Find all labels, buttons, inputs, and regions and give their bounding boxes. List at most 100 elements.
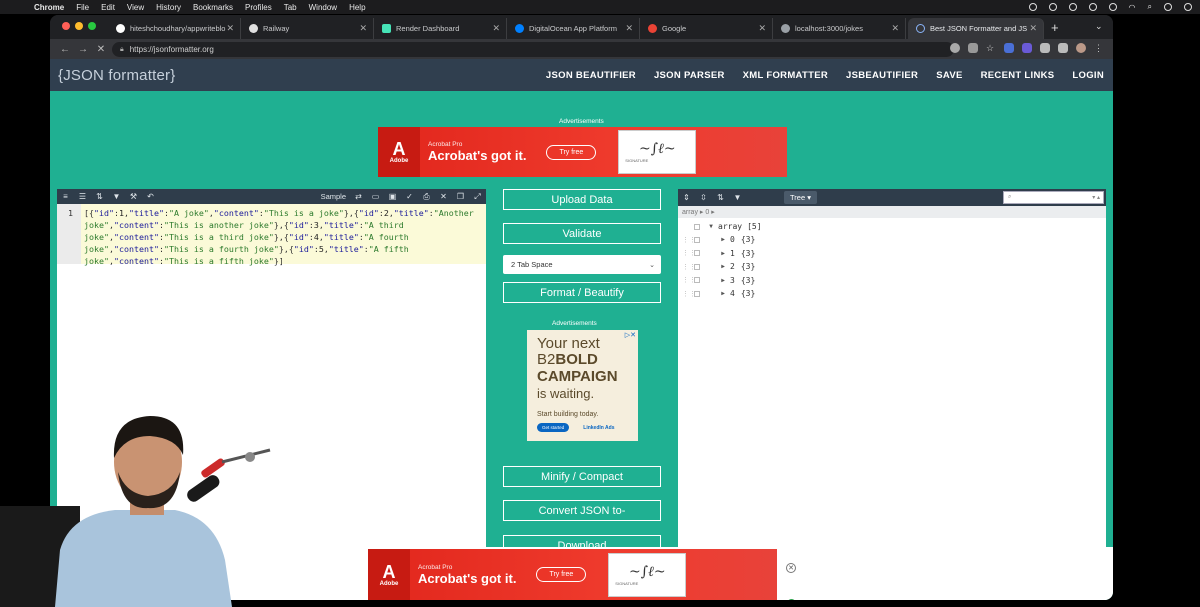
browser-tab[interactable]: Google ✕ — [640, 18, 773, 39]
browser-tab[interactable]: hiteshchoudhary/appwriteblo ✕ — [108, 18, 241, 39]
caret-right-icon[interactable]: ▶ — [718, 263, 728, 270]
menu-tab[interactable]: Tab — [284, 3, 297, 12]
close-icon[interactable]: ✕ — [625, 23, 633, 34]
browser-tab-active[interactable]: Best JSON Formatter and JS ✕ — [908, 18, 1044, 39]
nav-save[interactable]: SAVE — [936, 70, 962, 81]
nav-xml-formatter[interactable]: XML FORMATTER — [743, 70, 828, 81]
nav-recent-links[interactable]: RECENT LINKS — [981, 70, 1055, 81]
minimize-window-button[interactable] — [75, 22, 83, 30]
menu-history[interactable]: History — [156, 3, 181, 12]
tree-search-input[interactable]: ⌕ ▾ ▴ — [1003, 191, 1104, 204]
browser-tab[interactable]: Render Dashboard ✕ — [374, 18, 507, 39]
get-started-button[interactable]: Get started — [537, 423, 570, 432]
convert-json-button[interactable]: Convert JSON to- — [503, 500, 661, 521]
select-checkbox[interactable] — [694, 290, 700, 297]
caret-down-icon[interactable]: ▼ — [706, 223, 716, 230]
ad-close-icon[interactable]: ▷✕ — [625, 331, 636, 339]
shuffle-icon[interactable]: ⇄ — [350, 192, 367, 201]
wrench-icon[interactable]: ⚒ — [125, 192, 142, 201]
close-icon[interactable]: ✕ — [226, 23, 234, 34]
menu-help[interactable]: Help — [349, 3, 365, 12]
breadcrumb[interactable]: array ▸ 0 ▸ — [678, 206, 1106, 218]
nav-login[interactable]: LOGIN — [1072, 70, 1104, 81]
menu-view[interactable]: View — [127, 3, 144, 12]
nav-json-beautifier[interactable]: JSON BEAUTIFIER — [546, 70, 636, 81]
puzzle-icon[interactable] — [1040, 43, 1050, 53]
try-free-button[interactable]: Try free — [546, 144, 597, 160]
menu-bookmarks[interactable]: Bookmarks — [193, 3, 233, 12]
collapse-all-icon[interactable]: ⇳ — [695, 193, 712, 202]
drag-handle-icon[interactable]: ⋮⋮ — [682, 290, 696, 298]
drag-handle-icon[interactable]: ⋮⋮ — [682, 249, 696, 257]
close-icon[interactable]: ✕ — [1029, 23, 1037, 34]
forward-arrow-icon[interactable]: → — [74, 44, 92, 55]
browser-tab[interactable]: localhost:3000/jokes ✕ — [773, 18, 906, 39]
nav-json-parser[interactable]: JSON PARSER — [654, 70, 725, 81]
sort-icon[interactable]: ⇅ — [712, 193, 729, 202]
filter-icon[interactable]: ▼ — [108, 192, 125, 201]
close-window-button[interactable] — [62, 22, 70, 30]
drag-handle-icon[interactable]: ⋮⋮ — [682, 263, 696, 271]
menu-window[interactable]: Window — [309, 3, 337, 12]
sort-icon[interactable]: ⇅ — [91, 192, 108, 201]
adobe-banner-ad[interactable]: A Adobe Acrobat Pro Acrobat's got it. Tr… — [378, 127, 787, 177]
select-checkbox[interactable] — [694, 263, 700, 270]
stop-loading-icon[interactable]: ✕ — [92, 44, 110, 55]
copy-icon[interactable]: ❐ — [452, 192, 469, 201]
site-logo[interactable]: {JSON formatter} — [58, 67, 175, 84]
status-icon[interactable] — [1108, 3, 1117, 11]
control-center-icon[interactable] — [1164, 3, 1172, 11]
select-checkbox[interactable] — [694, 250, 700, 256]
folder-open-icon[interactable]: ▭ — [367, 192, 384, 201]
close-ad-icon[interactable]: ✕ — [786, 563, 796, 573]
select-checkbox[interactable] — [694, 277, 700, 283]
json-code-text[interactable]: [{"id":1,"title":"A joke","content":"Thi… — [84, 207, 482, 267]
select-checkbox[interactable] — [694, 223, 700, 230]
close-icon[interactable]: ✕ — [359, 23, 367, 34]
try-free-button[interactable]: Try free — [536, 567, 587, 582]
drag-handle-icon[interactable]: ⋮⋮ — [682, 276, 696, 284]
browser-tab[interactable]: Railway ✕ — [241, 18, 374, 39]
status-icon[interactable] — [1068, 3, 1077, 11]
fullscreen-icon[interactable]: ⤢ — [469, 192, 486, 202]
json-tree-viewer[interactable]: ⇕ ⇳ ⇅ ▼ Tree ▾ ⌕ ▾ ▴ array ▸ 0 ▸ ▼ array… — [678, 189, 1106, 600]
search-icon[interactable]: ⌕ — [1148, 2, 1152, 12]
tab-search-chevron-icon[interactable]: ⌄ — [1095, 21, 1103, 32]
tree-row[interactable]: ⋮⋮ ▶ 4 {3} — [678, 287, 755, 300]
caret-right-icon[interactable]: ▶ — [718, 290, 728, 297]
extension-icon[interactable] — [1022, 43, 1032, 53]
compact-icon[interactable]: ☰ — [74, 192, 91, 201]
tree-row[interactable]: ⋮⋮ ▶ 2 {3} — [678, 260, 755, 273]
menu-file[interactable]: File — [76, 3, 89, 12]
adobe-bottom-ad[interactable]: A Adobe Acrobat Pro Acrobat's got it. Tr… — [368, 549, 777, 600]
sidebar-icon[interactable] — [1058, 43, 1068, 53]
lock-icon[interactable]: 🔒︎ — [120, 46, 124, 54]
address-bar[interactable]: 🔒︎ https://jsonformatter.org — [112, 42, 954, 57]
caret-right-icon[interactable]: ▶ — [718, 250, 728, 257]
siri-icon[interactable] — [1184, 3, 1192, 11]
star-icon[interactable]: ☆ — [986, 43, 996, 53]
undo-icon[interactable]: ↶ — [142, 192, 159, 201]
format-icon[interactable]: ≡ — [57, 192, 74, 201]
nav-jsbeautifier[interactable]: JSBEAUTIFIER — [846, 70, 918, 81]
close-icon[interactable]: ✕ — [492, 23, 500, 34]
close-icon[interactable]: ✕ — [891, 23, 899, 34]
status-icon[interactable] — [1028, 3, 1037, 11]
menu-edit[interactable]: Edit — [101, 3, 115, 12]
status-icon[interactable] — [1088, 3, 1097, 11]
clear-icon[interactable]: ✕ — [435, 192, 452, 201]
extension-icon[interactable] — [1004, 43, 1014, 53]
tree-row[interactable]: ⋮⋮ ▶ 1 {3} — [678, 247, 755, 260]
wifi-icon[interactable]: ◠ — [1129, 3, 1136, 12]
expand-all-icon[interactable]: ⇕ — [678, 193, 695, 202]
tree-row[interactable]: ⋮⋮ ▶ 0 {3} — [678, 233, 755, 246]
save-icon[interactable]: ▣ — [384, 192, 401, 201]
browser-tab[interactable]: DigitalOcean App Platform ✕ — [507, 18, 640, 39]
print-icon[interactable]: ⎙ — [418, 192, 435, 202]
google-lens-icon[interactable] — [950, 43, 960, 53]
select-checkbox[interactable] — [694, 236, 700, 243]
caret-right-icon[interactable]: ▶ — [718, 277, 728, 284]
tree-row[interactable]: ⋮⋮ ▶ 3 {3} — [678, 274, 755, 287]
filter-icon[interactable]: ▼ — [729, 193, 746, 202]
tree-root-row[interactable]: ▼ array [5] — [694, 220, 762, 233]
